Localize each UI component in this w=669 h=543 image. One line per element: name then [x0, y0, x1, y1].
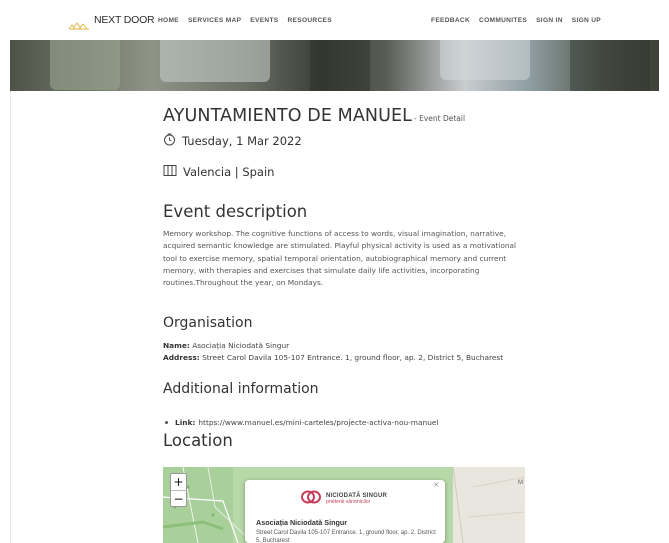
organisation-address-label: Address:	[163, 353, 200, 362]
nav-sign-in[interactable]: SIGN IN	[536, 17, 563, 24]
organisation-name-value: Asociația Niciodată Singur	[192, 341, 290, 350]
nav-services-map[interactable]: SERVICES MAP	[188, 17, 241, 24]
top-navbar: NEXT DOOR HOME SERVICES MAP EVENTS RESOU…	[0, 0, 669, 40]
organisation-address: Address: Street Carol Davila 105-107 Ent…	[163, 353, 503, 362]
additional-link-item: Link: https://www.manuel.es/mini-cartele…	[163, 418, 439, 427]
popup-organisation-name: Asociația Niciodată Singur	[256, 518, 348, 527]
event-date: Tuesday, 1 Mar 2022	[182, 133, 302, 148]
page-title: AYUNTAMIENTO DE MANUEL	[163, 106, 413, 126]
nav-sign-up[interactable]: SIGN UP	[572, 17, 601, 24]
nav-feedback[interactable]: FEEDBACK	[431, 17, 470, 24]
page-subtitle: - Event Detail	[414, 114, 466, 123]
event-date-row: Tuesday, 1 Mar 2022	[163, 131, 302, 150]
clock-icon	[163, 131, 176, 150]
additional-info-heading: Additional information	[163, 381, 319, 397]
description-heading: Event description	[163, 202, 308, 221]
bullet-icon	[165, 421, 168, 424]
map-icon	[163, 162, 177, 181]
zoom-in-button[interactable]: +	[171, 474, 186, 490]
houses-logo-icon	[68, 15, 90, 30]
page-border	[10, 91, 11, 543]
popup-close-button[interactable]: ×	[433, 480, 440, 489]
nav-communities[interactable]: COMMUNITES	[479, 17, 527, 24]
interlocked-rings-logo-icon	[300, 489, 322, 508]
event-location-row: Valencia | Spain	[163, 162, 274, 181]
account-nav: FEEDBACK COMMUNITES SIGN IN SIGN UP	[431, 17, 601, 24]
event-title-row: AYUNTAMIENTO DE MANUEL - Event Detail	[163, 106, 465, 126]
logo-tagline: prietenii vârstnicilor	[326, 498, 371, 505]
organisation-heading: Organisation	[163, 315, 253, 331]
popup-organisation-address: Street Carol Davila 105-107 Entrance. 1,…	[256, 530, 436, 543]
organisation-logo-text: NICIODATĂ SINGUR prietenii vârstnicilor	[326, 493, 387, 505]
nav-home[interactable]: HOME	[158, 17, 179, 24]
description-text: Memory workshop. The cognitive functions…	[163, 229, 517, 288]
nav-resources[interactable]: RESOURCES	[287, 17, 331, 24]
organisation-logo: NICIODATĂ SINGUR prietenii vârstnicilor	[300, 489, 387, 508]
external-link[interactable]: https://www.manuel.es/mini-carteles/proj…	[198, 418, 438, 427]
main-nav: HOME SERVICES MAP EVENTS RESOURCES	[158, 17, 332, 24]
organisation-address-value: Street Carol Davila 105-107 Entrance. 1,…	[202, 353, 504, 362]
organisation-name: Name: Asociația Niciodată Singur	[163, 341, 289, 350]
organisation-name-label: Name:	[163, 341, 190, 350]
site-logo[interactable]: NEXT DOOR	[68, 14, 155, 30]
map-area-label: M	[518, 480, 523, 486]
logo-text: NEXT DOOR	[94, 14, 155, 26]
zoom-out-button[interactable]: −	[171, 490, 186, 506]
hero-banner-image	[10, 40, 659, 91]
nav-events[interactable]: EVENTS	[250, 17, 278, 24]
location-heading: Location	[163, 431, 233, 450]
event-location: Valencia | Spain	[183, 164, 275, 179]
map-zoom-control: + −	[170, 473, 187, 507]
link-label: Link:	[175, 418, 196, 427]
